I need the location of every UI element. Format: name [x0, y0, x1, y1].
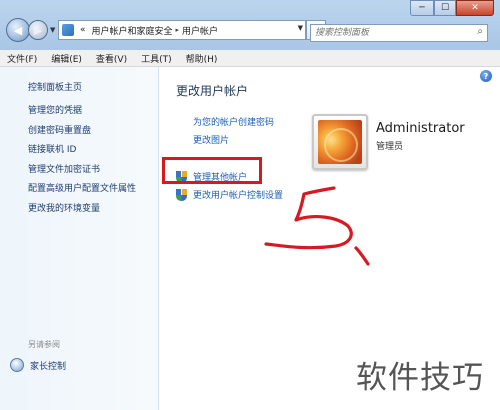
recent-pages-dropdown-icon[interactable]: ▼	[50, 26, 55, 34]
avatar[interactable]	[312, 114, 368, 170]
user-name: Administrator	[376, 121, 465, 136]
navigation-buttons: ◀ ▶ ▼	[6, 18, 55, 42]
user-role: 管理员	[376, 142, 404, 152]
menu-file[interactable]: 文件(F)	[0, 52, 44, 65]
breadcrumb-overflow[interactable]: «	[80, 25, 86, 35]
menu-view[interactable]: 查看(V)	[89, 52, 134, 65]
user-account-card: Administrator 管理员	[312, 111, 490, 171]
sidebar-item-advanced-profile-properties[interactable]: 配置高级用户配置文件属性	[28, 183, 136, 203]
watermark-text: 软件技巧	[356, 360, 484, 396]
search-box[interactable]: ⌕	[310, 24, 488, 42]
arrow-left-icon: ◀	[13, 23, 23, 37]
address-dropdown-icon[interactable]: ▼	[298, 24, 303, 32]
sidebar-item-password-reset-disk[interactable]: 创建密码重置盘	[28, 125, 136, 145]
menu-edit[interactable]: 编辑(E)	[44, 52, 89, 65]
menu-bar: 文件(F) 编辑(E) 查看(V) 工具(T) 帮助(H)	[0, 50, 500, 67]
sidebar-control-panel-home[interactable]: 控制面板主页	[28, 80, 82, 93]
search-input[interactable]	[311, 27, 467, 39]
menu-tools[interactable]: 工具(T)	[134, 52, 179, 65]
parental-controls-icon	[10, 358, 24, 372]
create-password-link[interactable]: 为您的帐户创建密码	[193, 115, 274, 128]
user-accounts-window: ─ ☐ ✕ ◀ ▶ ▼ « 用户帐户和家庭安全 ▸ 用户帐户 ▼ ↻ ⌕ 文件(…	[0, 0, 500, 410]
handwritten-step-annotation	[264, 186, 370, 266]
close-button[interactable]: ✕	[456, 0, 494, 16]
forward-button[interactable]: ▶	[28, 20, 48, 40]
back-button[interactable]: ◀	[6, 18, 30, 42]
red-highlight-box	[162, 157, 262, 184]
see-also-heading: 另请参阅	[28, 340, 60, 349]
parental-controls-link[interactable]: 家长控制	[10, 358, 66, 372]
window-controls: ─ ☐ ✕	[410, 0, 494, 16]
help-icon[interactable]: ?	[480, 70, 492, 82]
sidebar-item-link-online-id[interactable]: 链接联机 ID	[28, 144, 136, 164]
sidebar-item-file-encryption-certificates[interactable]: 管理文件加密证书	[28, 164, 136, 184]
parental-controls-label: 家长控制	[30, 361, 67, 372]
address-bar[interactable]: « 用户帐户和家庭安全 ▸ 用户帐户 ▼	[58, 20, 306, 40]
breadcrumb-user-accounts[interactable]: 用户帐户	[182, 24, 218, 37]
sidebar: 控制面板主页 管理您的凭据 创建密码重置盘 链接联机 ID 管理文件加密证书 配…	[0, 67, 159, 410]
minimize-button[interactable]: ─	[410, 0, 434, 16]
sidebar-task-list: 管理您的凭据 创建密码重置盘 链接联机 ID 管理文件加密证书 配置高级用户配置…	[28, 105, 136, 222]
window-chrome: ─ ☐ ✕ ◀ ▶ ▼ « 用户帐户和家庭安全 ▸ 用户帐户 ▼ ↻ ⌕	[0, 0, 500, 50]
uac-shield-icon	[176, 188, 187, 201]
arrow-right-icon: ▶	[33, 23, 43, 37]
sidebar-item-environment-variables[interactable]: 更改我的环境变量	[28, 203, 136, 223]
menu-help[interactable]: 帮助(H)	[179, 52, 225, 65]
user-picture	[318, 120, 362, 164]
control-panel-icon	[62, 24, 74, 36]
breadcrumb-user-accounts-family-safety[interactable]: 用户帐户和家庭安全	[92, 24, 173, 37]
page-title: 更改用户帐户	[176, 84, 249, 98]
breadcrumb-separator-icon[interactable]: ▸	[176, 26, 180, 34]
sidebar-item-manage-credentials[interactable]: 管理您的凭据	[28, 105, 136, 125]
search-icon[interactable]: ⌕	[477, 26, 483, 37]
change-picture-link[interactable]: 更改图片	[193, 133, 229, 146]
annotation-period-stroke	[354, 246, 370, 266]
annotation-numeral-stroke	[264, 186, 353, 250]
maximize-button[interactable]: ☐	[434, 0, 456, 16]
